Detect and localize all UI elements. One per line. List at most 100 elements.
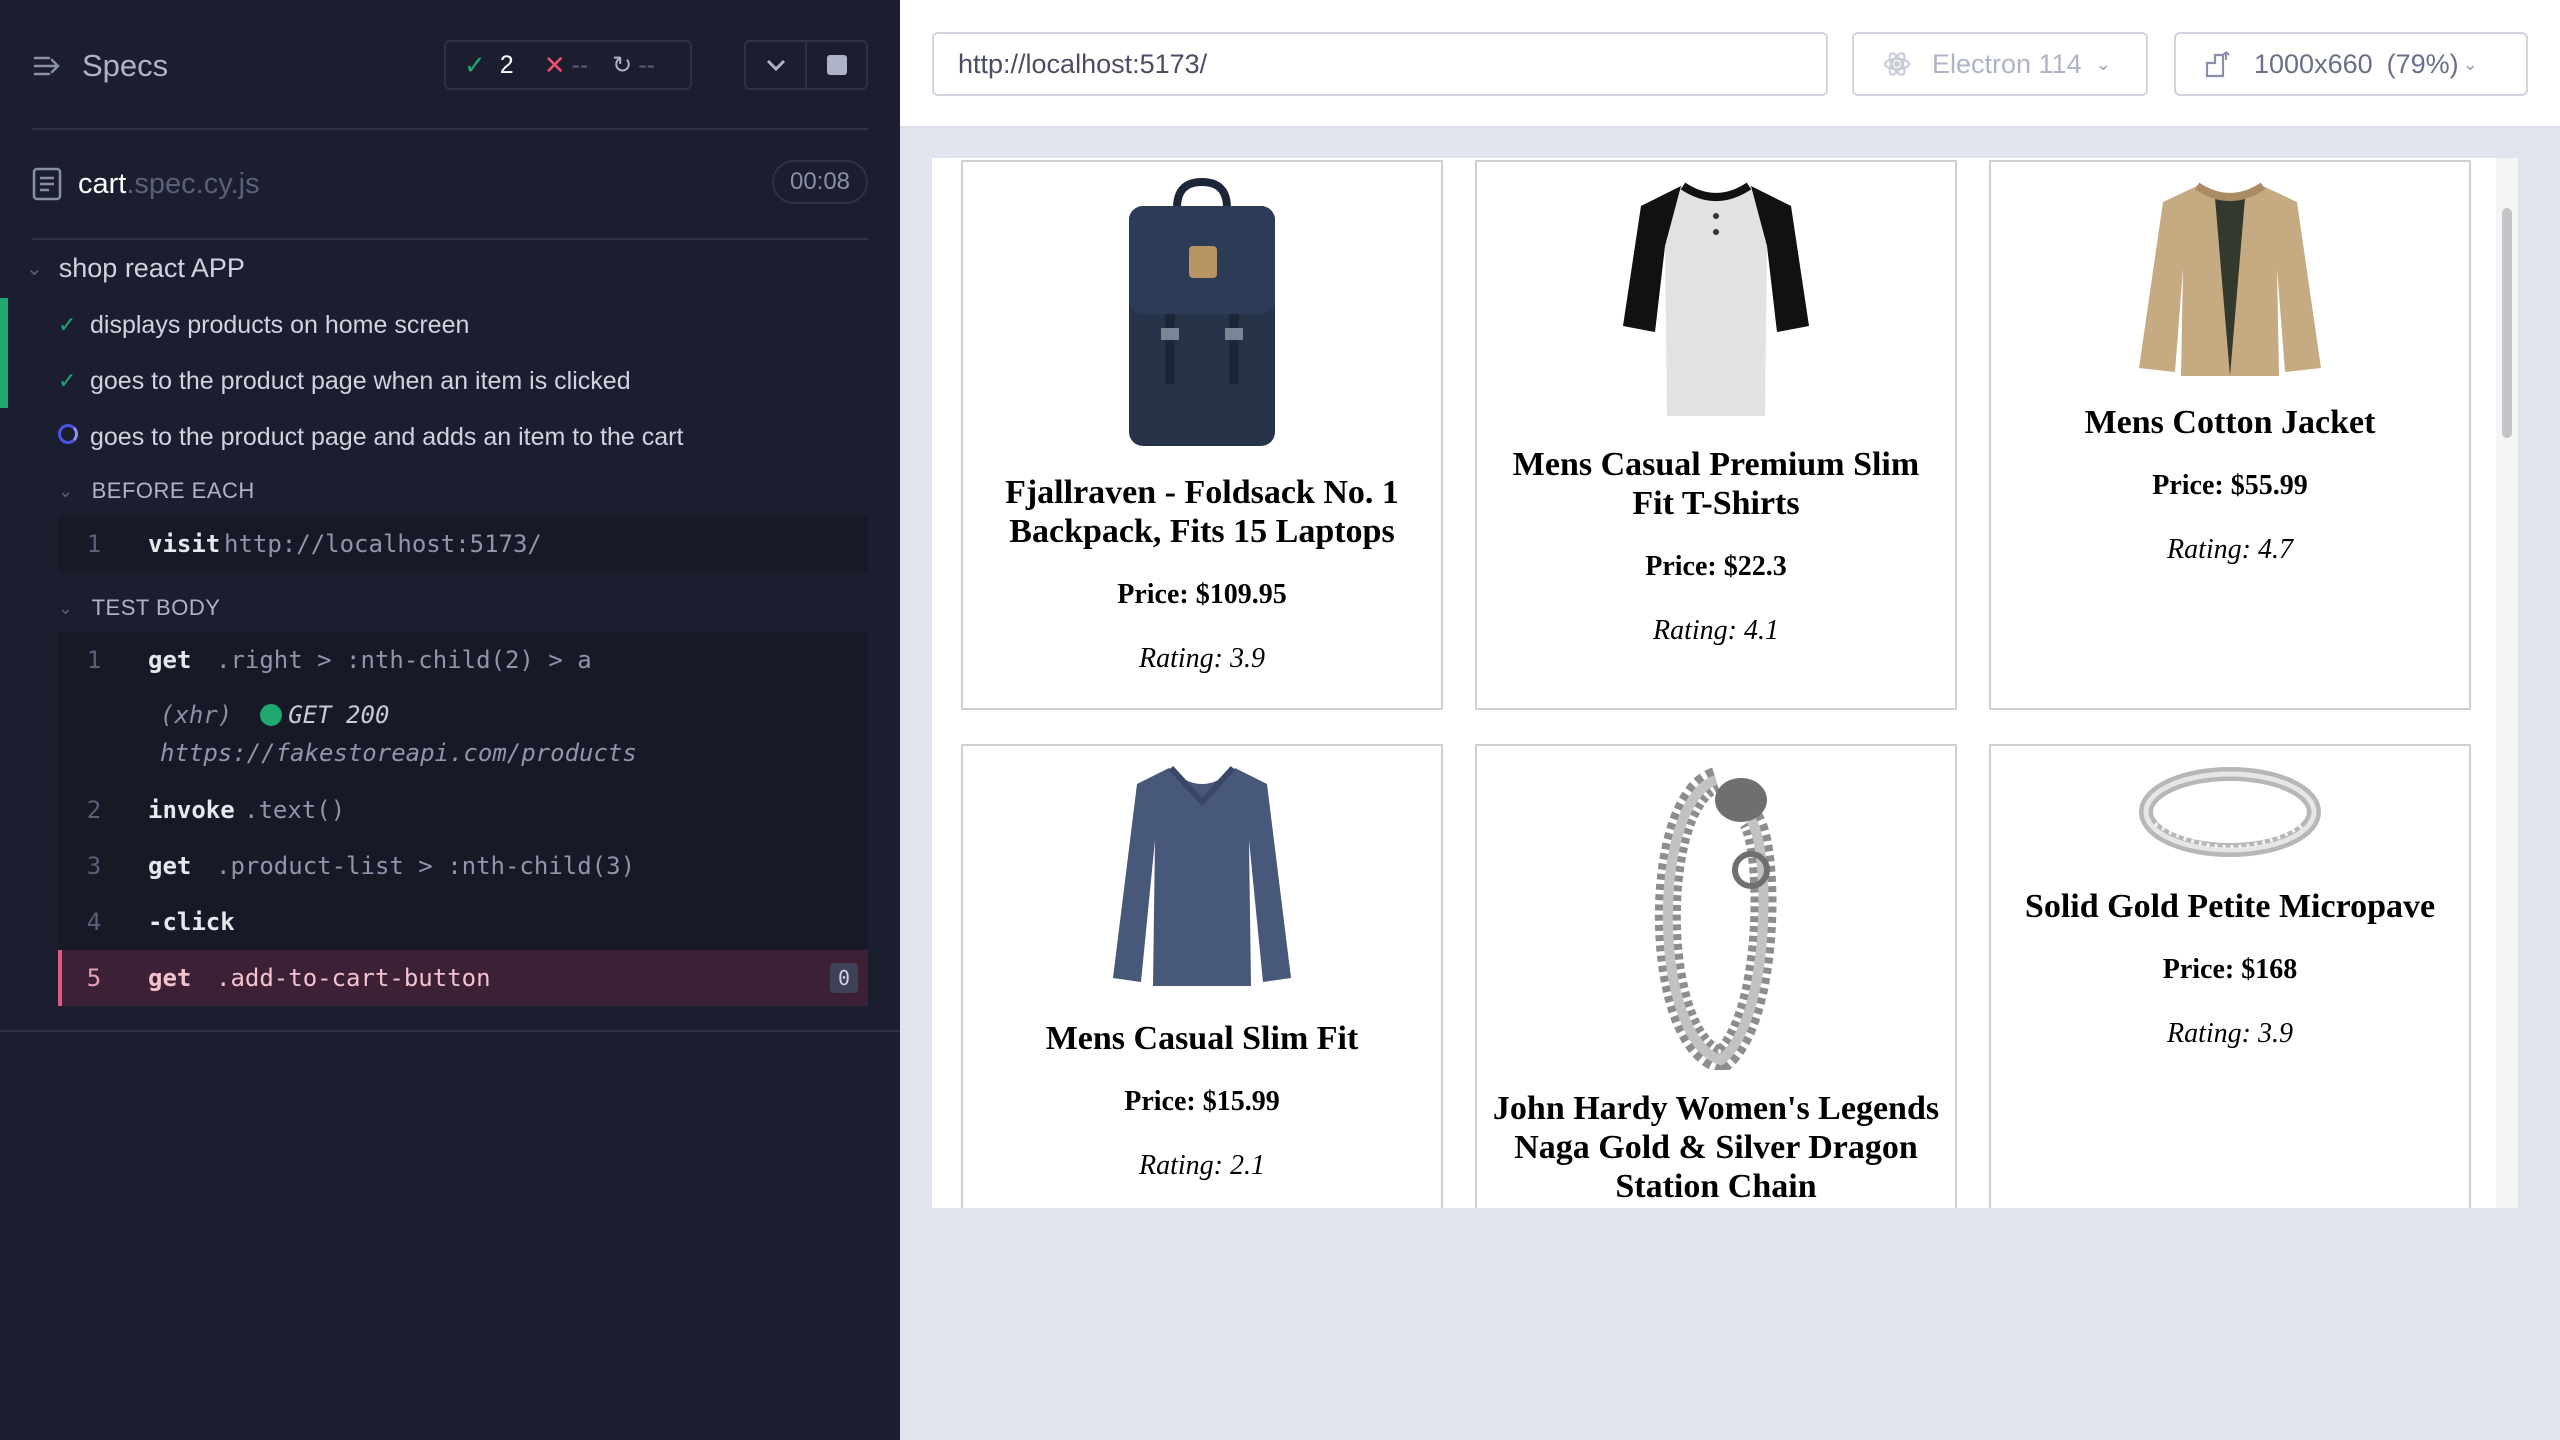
ruler-icon <box>2205 51 2230 78</box>
jacket-image <box>2139 182 2321 376</box>
before-each-commands: 1 visit http://localhost:5173/ <box>58 516 868 572</box>
product-title: Solid Gold Petite Micropave <box>2024 888 2436 925</box>
suite-label: shop react APP <box>58 252 245 283</box>
command-name: invoke <box>148 796 235 824</box>
bracelet-image <box>1654 767 1777 1075</box>
product-price: Price: $109.95 <box>1117 579 1287 610</box>
command-number: 5 <box>86 964 102 992</box>
divider <box>0 1030 900 1032</box>
chevron-down-icon: ⌄ <box>58 480 74 501</box>
product-price: Price: $15.99 <box>1124 1086 1280 1117</box>
command-arg: http://localhost:5173/ <box>224 530 542 558</box>
scrollbar-thumb[interactable] <box>2502 208 2512 438</box>
product-rating: Rating: 3.9 <box>2167 1018 2293 1049</box>
command-name: get <box>148 646 192 674</box>
command-row[interactable]: 2 invoke .text() <box>58 782 868 838</box>
chevron-down-icon[interactable] <box>746 42 807 88</box>
command-number: 1 <box>86 530 102 558</box>
product-card[interactable]: John Hardy Women's Legends Naga Gold & S… <box>1475 744 1957 1208</box>
product-price: Price: $22.3 <box>1645 551 1787 582</box>
command-arg: .add-to-cart-button <box>216 964 491 992</box>
test-item[interactable]: ✓ goes to the product page when an item … <box>0 355 900 407</box>
command-row[interactable]: 1 get .right > :nth-child(2) > a <box>58 632 868 688</box>
aut-header: http://localhost:5173/ Electron 114 ⌄ 10… <box>900 0 2560 128</box>
product-price: Price: $55.99 <box>2152 470 2308 501</box>
browser-select-button[interactable]: Electron 114 ⌄ <box>1852 32 2148 96</box>
hook-before-each[interactable]: ⌄ BEFORE EACH <box>58 471 255 511</box>
failed-count: -- <box>571 50 589 79</box>
product-card[interactable]: Solid Gold Petite Micropave Price: $168 … <box>1989 744 2471 1208</box>
test-title: goes to the product page and adds an ite… <box>90 422 684 451</box>
divider <box>32 128 868 130</box>
test-title: goes to the product page when an item is… <box>90 366 631 395</box>
longsleeve-image <box>1113 765 1291 986</box>
stop-button[interactable] <box>807 42 866 88</box>
xhr-url: https://fakestoreapi.com/products <box>160 739 637 767</box>
browser-label: Electron 114 <box>1932 48 2082 79</box>
xhr-log[interactable]: (xhr) GET 200 https://fakestoreapi.com/pr… <box>58 688 868 782</box>
hook-test-body[interactable]: ⌄ TEST BODY <box>58 588 220 628</box>
chevron-down-icon: ⌄ <box>58 597 74 618</box>
product-title: Fjallraven - Foldsack No. 1 Backpack, Fi… <box>1005 474 1399 550</box>
spec-file-row: cart .spec.cy.js 00:08 <box>32 158 868 210</box>
product-card[interactable]: Fjallraven - Foldsack No. 1 Backpack, Fi… <box>961 160 1443 710</box>
backpack-image <box>1129 177 1275 446</box>
product-title: Mens Cotton Jacket <box>2084 404 2376 441</box>
check-icon: ✓ <box>58 312 77 337</box>
product-rating: Rating: 4.1 <box>1653 615 1779 646</box>
command-name: visit <box>148 530 221 558</box>
elements-count-badge: 0 <box>830 963 858 993</box>
ring-image <box>2139 767 2321 857</box>
test-item-running[interactable]: goes to the product page and adds an ite… <box>0 411 900 463</box>
spec-file-name[interactable]: cart <box>78 168 126 201</box>
product-rating: Rating: 4.7 <box>2167 534 2293 565</box>
command-arg: .product-list > :nth-child(3) <box>216 852 636 880</box>
product-card[interactable]: Mens Casual Premium Slim Fit T-Shirts Pr… <box>1475 160 1957 710</box>
command-number: 4 <box>86 908 102 936</box>
xhr-type: (xhr) <box>160 701 233 729</box>
product-title: Mens Casual Slim Fit <box>1045 1020 1359 1057</box>
pass-check-icon: ✓ <box>464 49 486 80</box>
product-title: John Hardy Women's Legends Naga Gold & S… <box>1492 1090 1940 1205</box>
product-price: Price: $168 <box>2162 954 2298 985</box>
aut-scrollbar[interactable] <box>2496 158 2518 1208</box>
hook-label: BEFORE EACH <box>91 478 255 503</box>
command-row[interactable]: 4 -click <box>58 894 868 950</box>
running-spinner-icon <box>58 424 78 444</box>
command-name: get <box>148 964 192 992</box>
product-card[interactable]: Mens Cotton Jacket Price: $55.99 Rating:… <box>1989 160 2471 710</box>
xhr-method-status: GET 200 <box>288 701 390 729</box>
status-dot-icon <box>260 704 283 726</box>
reporter-panel: Specs ✓ 2 ✕ -- ↻ -- cart .spec.cy.js 00:0… <box>0 0 900 1440</box>
command-row[interactable]: 3 get .product-list > :nth-child(3) <box>58 838 868 894</box>
command-name: get <box>148 852 192 880</box>
run-controls <box>744 40 868 90</box>
test-body-commands: 1 get .right > :nth-child(2) > a (xhr) GE… <box>58 632 868 1006</box>
divider <box>32 238 868 240</box>
passed-count: 2 <box>499 50 514 79</box>
chevron-down-icon: ⌄ <box>26 257 43 280</box>
viewport-button[interactable]: 1000x660 (79%) ⌄ <box>2174 32 2528 96</box>
test-item[interactable]: ✓ displays products on home screen <box>0 299 900 351</box>
pending-circle-icon: ↻ <box>612 51 633 79</box>
test-title: displays products on home screen <box>90 310 470 339</box>
stop-icon <box>826 55 847 75</box>
stats-bar: ✓ 2 ✕ -- ↻ -- <box>444 40 692 90</box>
command-number: 3 <box>86 852 102 880</box>
product-title: Mens Casual Premium Slim Fit T-Shirts <box>1512 446 1920 522</box>
aut-url-field[interactable]: http://localhost:5173/ <box>932 32 1828 96</box>
suite-title[interactable]: ⌄ shop react APP <box>26 248 245 288</box>
aut-iframe: Fjallraven - Foldsack No. 1 Backpack, Fi… <box>932 158 2518 1208</box>
specs-label[interactable]: Specs <box>82 48 168 84</box>
specs-list-icon[interactable] <box>32 50 64 82</box>
product-card[interactable]: Mens Casual Slim Fit Price: $15.99 Ratin… <box>961 744 1443 1208</box>
fail-x-icon: ✕ <box>543 49 566 80</box>
product-rating: Rating: 2.1 <box>1139 1150 1265 1181</box>
electron-icon <box>1884 52 1910 76</box>
spec-file-ext: .spec.cy.js <box>126 167 260 200</box>
tshirt-image <box>1623 182 1809 416</box>
command-row[interactable]: 1 visit http://localhost:5173/ <box>58 516 868 572</box>
chevron-down-icon: ⌄ <box>2095 53 2111 74</box>
command-row-active[interactable]: 5 get .add-to-cart-button 0 <box>58 950 868 1006</box>
check-icon: ✓ <box>58 368 77 393</box>
